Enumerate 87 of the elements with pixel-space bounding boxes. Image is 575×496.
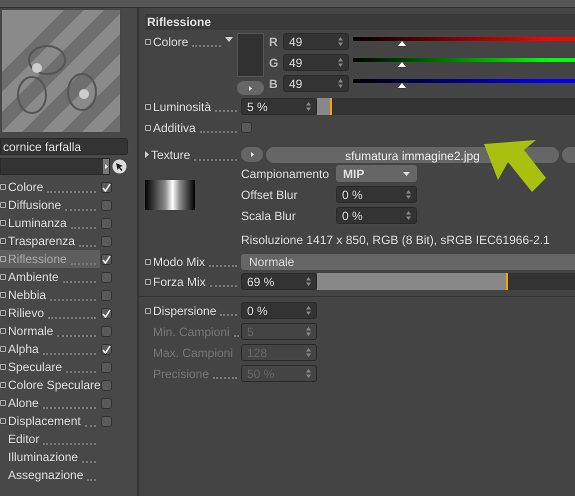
channel-item[interactable]: Speculare [0,358,100,376]
channel-item[interactable]: Trasparenza [0,232,100,250]
spinner-icon [406,190,411,199]
number-field[interactable]: 49 [283,33,349,50]
number-field[interactable]: 49 [283,75,349,92]
arrow-icon [104,164,108,169]
checkbox[interactable] [101,398,112,408]
spinner-icon [306,327,311,336]
dropdown-icon [403,172,410,176]
spinner-icon [338,79,343,88]
color-slider[interactable] [353,76,575,90]
arrow-icon [250,152,254,157]
checkbox[interactable] [101,326,112,336]
channel-item[interactable]: Editor [0,430,100,448]
expand-button[interactable] [241,147,263,162]
field-label: Colore [153,34,188,50]
checkbox[interactable] [101,200,112,210]
dropdown-field[interactable] [0,158,110,175]
section-header: Riflessione [145,14,575,30]
number-field[interactable]: 0 % [241,302,317,319]
channel-item[interactable]: Rilievo [0,304,100,322]
triangle-icon [145,151,149,158]
channel-label: G [269,54,280,72]
spinner-icon [306,369,311,378]
checkbox[interactable] [241,122,252,133]
name-field[interactable]: cornice farfalla [0,138,128,155]
arrow-icon [249,86,252,90]
channel-item[interactable]: Alone [0,394,100,412]
checkbox[interactable] [101,236,112,246]
check-icon [102,254,111,264]
channel-item[interactable]: Assegnazione [0,466,100,484]
spinner-icon [306,102,311,111]
checkbox[interactable] [101,344,112,354]
channel-label: R [269,34,279,50]
field-label: Texture [151,146,190,164]
spinner-icon [306,277,311,286]
checkbox[interactable] [101,272,112,282]
channel-item[interactable]: Displacement [0,412,100,430]
spinner-icon [338,58,343,67]
channel-label: B [269,76,279,92]
number-field[interactable]: 5 % [241,98,317,115]
number-field[interactable]: 0 % [336,207,417,224]
expand-button[interactable] [237,81,264,95]
checkbox[interactable] [101,308,112,318]
checkbox[interactable] [101,218,112,228]
checkbox[interactable] [101,416,112,426]
dropdown[interactable]: Normale [241,254,575,270]
channel-item[interactable]: Luminanza [0,214,100,232]
number-field[interactable]: 49 [283,54,349,71]
field-label: Campionamento [241,166,330,182]
channel-item[interactable]: Illuminazione [0,448,100,466]
resolution-info: Risoluzione 1417 x 850, RGB (8 Bit), sRGB IEC61966-2.1 [241,232,551,249]
channel-item[interactable]: Colore [0,178,100,196]
checkbox[interactable] [101,380,112,390]
channel-item[interactable]: Nebbia [0,286,100,304]
channel-item[interactable]: Diffusione [0,196,100,214]
checkbox[interactable] [101,362,112,372]
checkbox[interactable] [101,182,112,192]
check-icon [102,182,111,192]
spinner-icon [338,37,343,46]
checkbox[interactable] [101,290,112,300]
channel-item[interactable]: Ambiente [0,268,100,286]
channel-item[interactable]: Normale [0,322,100,340]
spinner-icon [306,348,311,357]
field-label: Scala Blur [241,208,297,224]
field-label: Dispersione [153,302,216,320]
field-label: Forza Mix [153,274,206,290]
color-swatch[interactable] [237,33,264,77]
dropdown[interactable]: MIP [336,165,417,182]
channel-item[interactable]: Alpha [0,340,100,358]
spinner-icon [406,211,411,220]
pointer-icon[interactable] [112,159,127,174]
check-icon [102,308,111,318]
channel-item[interactable]: Colore Speculare [0,376,100,394]
spinner-icon [306,306,311,315]
checkbox[interactable] [101,254,112,264]
dropdown-icon[interactable] [225,37,233,42]
color-slider[interactable] [353,56,575,70]
gradient-preview [145,180,195,210]
field-label: Additiva [153,120,196,136]
check-icon [102,344,111,354]
color-slider[interactable] [353,34,575,48]
field-label: Offset Blur [241,186,298,204]
number-field[interactable]: 69 % [241,273,317,290]
number-field[interactable]: 0 % [336,186,417,203]
field-label: Luminosità [153,98,212,116]
field-label: Modo Mix [153,254,206,270]
